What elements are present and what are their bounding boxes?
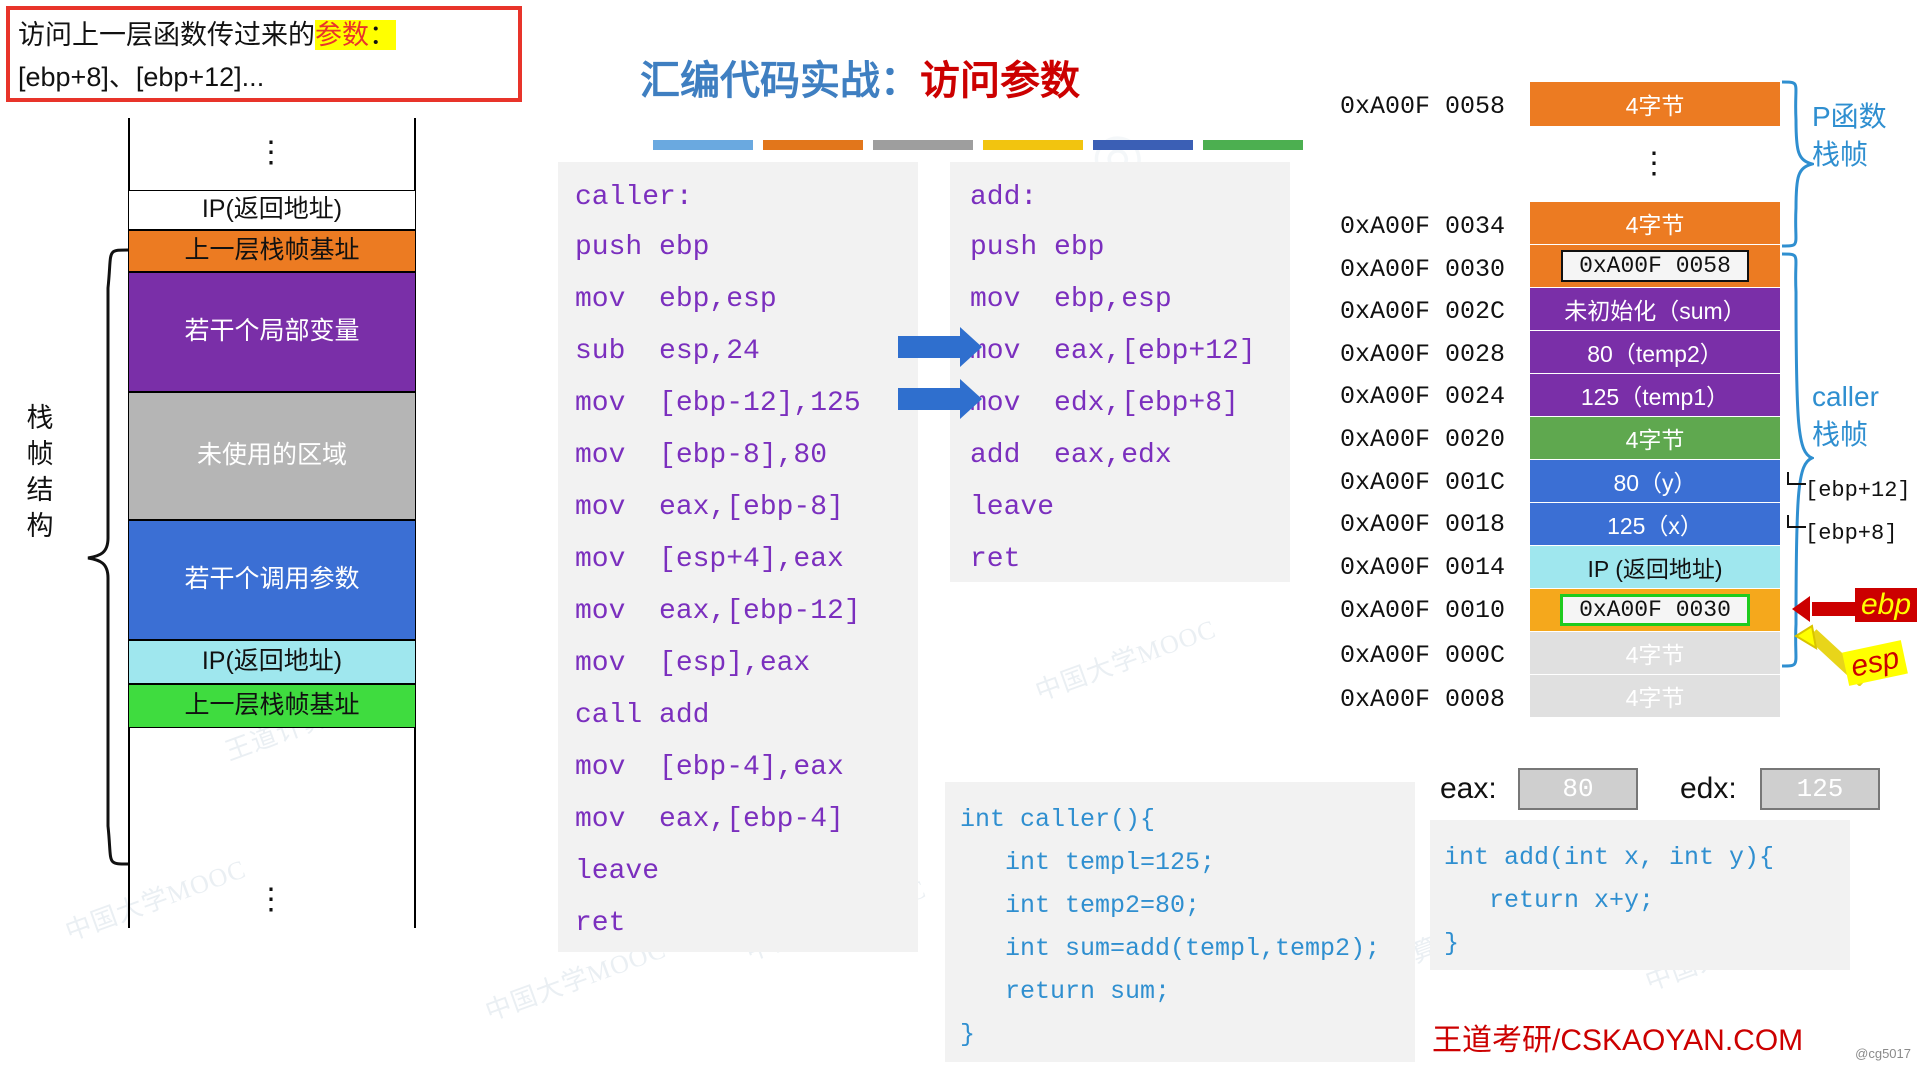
annotation-note: 访问上一层函数传过来的参数： [ebp+8]、[ebp+12]... [6,6,522,102]
memory-address: 0xA00F 000C [1340,641,1506,670]
memory-address: 0xA00F 0010 [1340,596,1506,625]
memory-address: 0xA00F 0024 [1340,382,1506,411]
memory-cell: 0xA00F 0058 [1530,245,1780,287]
stack-row: IP(返回地址) [128,640,416,684]
watermark: 中国大学MOOC [1031,614,1220,707]
memory-address: 0xA00F 001C [1340,468,1506,497]
memory-address: 0xA00F 0018 [1340,510,1506,539]
memory-cell: 4字节 [1530,82,1780,126]
register-eax-label: eax: [1440,772,1497,805]
memory-cell: 4字节 [1530,202,1780,244]
memory-address: 0xA00F 0034 [1340,212,1506,241]
note-line-1-post: ： [369,20,396,50]
memory-cell: 未初始化（sum） [1530,288,1780,330]
asm-add-code: push ebp mov ebp,esp mov eax,[ebp+12] mov e… [970,232,1256,575]
register-eax-value: 80 [1518,768,1638,810]
memory-brace-top [1781,80,1814,248]
memory-cell: IP (返回地址) [1530,546,1780,588]
pointer-label-ebp12: [ebp+12] [1805,478,1911,503]
pointer-label-ebp8: [ebp+8] [1805,521,1898,546]
note-line-1-pre: 访问上一层函数传过来的 [18,20,315,50]
stack-row: 未使用的区域 [128,392,416,520]
memory-cell: 4字节 [1530,417,1780,459]
memory-address: 0xA00F 0020 [1340,425,1506,454]
note-line-1-highlight: 参数 [315,20,369,50]
pointer-line-ebp8 [1787,515,1806,528]
stack-bottom-dots: ⋮ [256,883,288,916]
pointer-line-ebp12 [1787,472,1806,485]
memory-address: 0xA00F 0028 [1340,340,1506,369]
memory-brace-top-label: P函数栈帧 [1812,101,1887,170]
memory-address: 0xA00F 0014 [1340,553,1506,582]
memory-cell: 4字节 [1530,675,1780,717]
memory-cell: 80（y） [1530,460,1780,502]
c-add-code: int add(int x, int y){ return x+y;} [1444,843,1775,958]
stack-row: 上一层栈帧基址 [128,230,416,272]
stack-row: IP(返回地址) [128,190,416,230]
colorbar-segment [1093,140,1193,150]
page-title: 汇编代码实战：访问参数 [640,48,1080,106]
memory-address: 0xA00F 0058 [1340,92,1506,121]
memory-cell: 80（temp2） [1530,331,1780,373]
stack-top-dots: ⋮ [256,136,288,169]
memory-address: 0xA00F 0030 [1340,255,1506,284]
credit-text: @cg5017 [1855,1046,1911,1061]
memory-cell: 4字节 [1530,632,1780,674]
stack-brace [87,248,129,866]
memory-dots: ⋮ [1639,147,1671,180]
stack-row: 上一层栈帧基址 [128,684,416,728]
stack-structure-label: 栈帧结构 [26,403,54,541]
memory-cell-boxed-value: 0xA00F 0030 [1560,594,1750,626]
colorbar-segment [873,140,973,150]
memory-cell: 125（temp1） [1530,374,1780,416]
memory-cell: 125（x） [1530,503,1780,545]
colorbar-segment [983,140,1083,150]
memory-address: 0xA00F 0008 [1340,685,1506,714]
note-line-2: [ebp+8]、[ebp+12]... [18,62,265,92]
memory-address: 0xA00F 002C [1340,297,1506,326]
arrow-to-mov-eax [898,327,982,367]
stack-frame-diagram: IP(返回地址) 上一层栈帧基址 若干个局部变量 未使用的区域 若干个调用参数 … [128,190,416,728]
colorbar-segment [653,140,753,150]
note-line-1: 访问上一层函数传过来的参数： [18,14,510,56]
register-edx-label: edx: [1680,772,1737,805]
asm-caller-label: caller: [575,182,693,213]
page-title-part1: 汇编代码实战： [640,59,920,103]
memory-cell-boxed-value: 0xA00F 0058 [1561,250,1749,282]
stack-row: 若干个调用参数 [128,520,416,640]
arrow-to-mov-edx [898,379,982,419]
brand-text: 王道考研/CSKAOYAN.COM [1432,1024,1804,1057]
register-edx-value: 125 [1760,768,1880,810]
c-caller-code: int caller(){ int templ=125; int temp2=8… [960,805,1381,1049]
asm-caller-code: push ebp mov ebp,esp sub esp,24 mov [ebp-12… [575,232,861,939]
page-title-part2: 访问参数 [920,59,1080,103]
register-pointer-ebp: ebp [1855,588,1917,622]
memory-cell: 0xA00F 0030 [1530,589,1780,631]
colorbar-segment [763,140,863,150]
stack-row: 若干个局部变量 [128,272,416,392]
memory-brace-bottom-label: caller栈帧 [1812,381,1879,450]
colorbar-segment [1203,140,1303,150]
asm-add-label: add: [970,182,1038,213]
